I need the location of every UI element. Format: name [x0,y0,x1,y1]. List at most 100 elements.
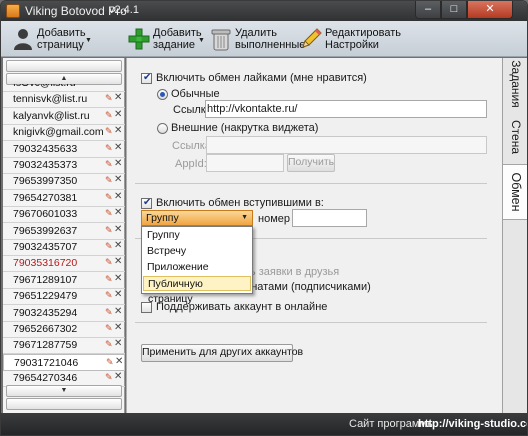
account-row[interactable]: 79653997350 ✎ ✕ [3,173,125,191]
app-logo-icon [6,4,20,18]
account-row[interactable]: 79670601033 ✎ ✕ [3,206,125,224]
account-name: 79031721046 [14,356,79,369]
dropdown-option[interactable]: Приложение [143,260,251,275]
pencil-icon[interactable]: ✎ [105,225,113,236]
likes-exchange-checkbox[interactable] [141,72,152,84]
pencil-icon[interactable]: ✎ [105,241,113,252]
pencil-icon[interactable]: ✎ [105,126,113,137]
account-row[interactable]: tennisvk@list.ru ✎ ✕ [3,91,125,109]
title-bar[interactable]: Viking Botovod Pro v2.4.1 – □ ✕ [1,1,527,21]
account-row[interactable]: 79031721046 ✎ ✕ [3,353,125,371]
pencil-icon[interactable]: ✎ [106,357,114,368]
chevron-down-icon: ▼ [85,37,92,44]
account-name: knigivk@gmail.com [13,126,104,139]
accounts-scroll-down-button[interactable] [6,398,122,410]
close-icon[interactable]: ✕ [115,356,123,367]
appid-input[interactable] [206,154,284,172]
likes-external-radio[interactable] [157,123,168,134]
close-icon[interactable]: ✕ [114,84,122,87]
maximize-button[interactable]: □ [441,1,467,19]
account-row[interactable]: 79652667302 ✎ ✕ [3,321,125,338]
account-name: 79652667302 [13,323,78,335]
tab-tasks[interactable]: Задания [503,58,527,110]
close-icon[interactable]: ✕ [114,224,122,235]
accounts-scroll-down-arrow-button[interactable]: ▼ [6,385,122,397]
close-icon[interactable]: ✕ [114,142,122,153]
pencil-icon[interactable]: ✎ [105,159,113,170]
site-link[interactable]: http://viking-studio.com [418,418,527,430]
account-row[interactable]: 79032435373 ✎ ✕ [3,157,125,174]
pencil-icon[interactable]: ✎ [105,93,113,104]
separator [135,183,487,184]
minimize-button[interactable]: – [415,1,441,19]
account-row[interactable]: 79651229479 ✎ ✕ [3,288,125,306]
close-icon[interactable]: ✕ [114,109,122,120]
close-icon[interactable]: ✕ [114,174,122,185]
account-row[interactable]: kalyanvk@list.ru ✎ ✕ [3,108,125,125]
pencil-icon[interactable]: ✎ [105,110,113,121]
close-icon[interactable]: ✕ [114,306,122,317]
external-link-input[interactable] [206,136,487,154]
pencil-icon[interactable]: ✎ [105,143,113,154]
pencil-icon[interactable]: ✎ [105,274,113,285]
account-row[interactable]: 79671287759 ✎ ✕ [3,337,125,355]
close-icon[interactable]: ✕ [114,289,122,300]
join-target-select[interactable]: Группу ▼ [141,210,253,226]
pencil-icon[interactable]: ✎ [105,323,113,334]
close-icon[interactable]: ✕ [114,273,122,284]
tab-wall[interactable]: Стена [503,110,527,164]
account-row[interactable]: 79671289107 ✎ ✕ [3,272,125,289]
account-name: 79032435373 [13,159,78,171]
account-row[interactable]: 79032435633 ✎ ✕ [3,141,125,158]
accounts-list: fsOvc@list.ru✎✕tennisvk@list.ru✎✕kalyanv… [3,84,125,396]
joins-exchange-checkbox[interactable] [141,197,152,209]
account-row[interactable]: 79654270381 ✎ ✕ [3,190,125,207]
requests-label: ать заявки в друзья [239,266,340,278]
close-icon[interactable]: ✕ [114,371,122,382]
close-icon[interactable]: ✕ [114,191,122,202]
account-row[interactable]: 79653992637 ✎ ✕ [3,223,125,240]
pencil-icon[interactable]: ✎ [105,307,113,318]
pencil-icon[interactable]: ✎ [105,192,113,203]
close-icon[interactable]: ✕ [114,92,122,103]
get-appid-button[interactable]: Получить [287,154,335,172]
close-icon[interactable]: ✕ [114,256,122,267]
dropdown-option[interactable]: Публичную страницу [143,276,251,305]
pencil-icon[interactable]: ✎ [105,175,113,186]
link-input[interactable]: http://vkontakte.ru/ [205,100,487,118]
account-row[interactable]: 79035316720 ✎ ✕ [3,255,125,273]
account-name: 79670601033 [13,208,78,221]
link-value: http://vkontakte.ru/ [207,103,298,115]
close-icon[interactable]: ✕ [114,158,122,169]
close-icon[interactable]: ✕ [114,338,122,349]
add-task-button[interactable]: Добавить задание ▼ [127,25,207,53]
pencil-icon[interactable]: ✎ [105,208,113,219]
number-input[interactable] [292,209,367,227]
tab-exchange[interactable]: Обмен [503,164,527,220]
pencil-icon[interactable]: ✎ [105,372,113,383]
dropdown-option[interactable]: Группу [143,228,251,243]
pencil-icon[interactable]: ✎ [105,257,113,268]
accounts-scroll-up-button[interactable] [6,60,122,72]
delete-completed-button[interactable]: Удалить выполненные [209,25,305,53]
account-name: 79671289107 [13,273,78,286]
close-icon[interactable]: ✕ [114,240,122,251]
add-task-label: Добавить задание [153,27,202,51]
tab-exchange-label: Обмен [508,172,523,212]
pencil-icon[interactable]: ✎ [105,290,113,301]
account-name: 79032435633 [13,142,78,155]
close-icon[interactable]: ✕ [114,322,122,333]
close-button[interactable]: ✕ [467,1,513,19]
pencil-icon[interactable]: ✎ [105,339,113,350]
account-row[interactable]: 79032435707 ✎ ✕ [3,239,125,256]
close-icon[interactable]: ✕ [114,125,122,136]
edit-settings-button[interactable]: Редактировать Настройки [299,25,401,53]
add-account-button[interactable]: Добавить страницу ▼ [11,25,93,53]
account-row[interactable]: knigivk@gmail.com ✎ ✕ [3,124,125,142]
apply-to-accounts-button[interactable]: Применить для других аккаунтов [141,344,303,362]
account-row[interactable]: 79032435294 ✎ ✕ [3,305,125,322]
close-icon[interactable]: ✕ [114,207,122,218]
likes-regular-radio[interactable] [157,89,168,100]
dropdown-option[interactable]: Встречу [143,244,251,259]
pencil-icon[interactable]: ✎ [105,84,113,88]
